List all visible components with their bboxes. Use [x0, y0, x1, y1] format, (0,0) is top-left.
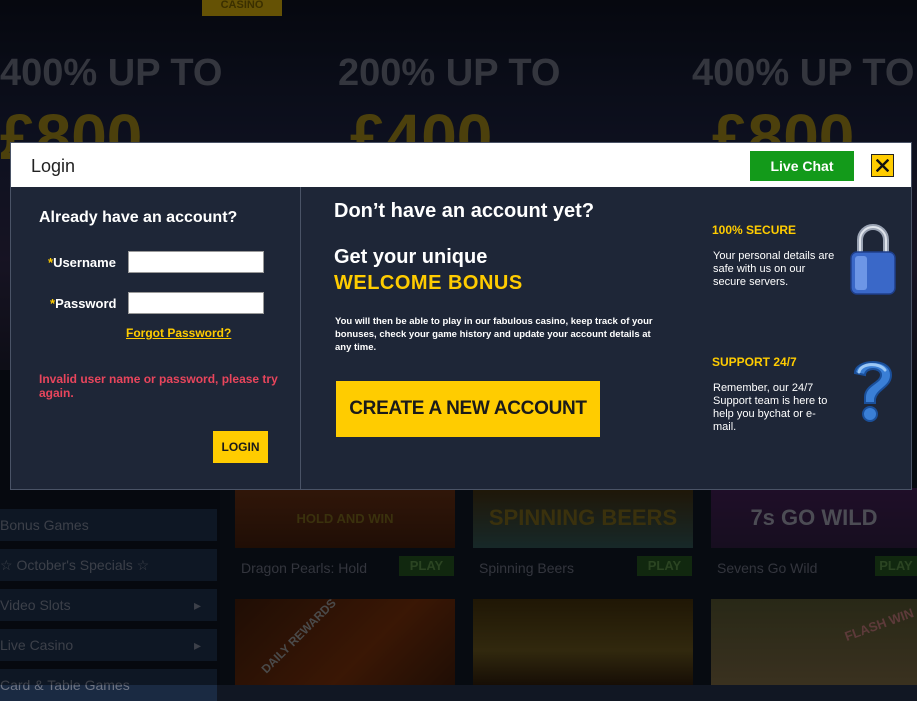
register-heading: Don’t have an account yet? [334, 200, 595, 222]
username-label: *Username [48, 255, 116, 270]
live-chat-button[interactable]: Live Chat [750, 151, 854, 181]
login-heading: Already have an account? [39, 209, 238, 226]
login-error-message: Invalid user name or password, please tr… [39, 372, 278, 400]
login-button[interactable]: LOGIN [213, 431, 268, 463]
create-account-button[interactable]: CREATE A NEW ACCOUNT [336, 381, 600, 437]
modal-header: Login Live Chat [11, 143, 911, 187]
username-input[interactable] [128, 251, 264, 273]
modal-title: Login [31, 156, 76, 176]
support-title: SUPPORT 24/7 [712, 355, 797, 369]
password-label: *Password [50, 296, 116, 311]
password-input[interactable] [128, 292, 264, 314]
welcome-bonus-text: WELCOME BONUS [334, 272, 523, 294]
register-subheading: Get your unique [334, 246, 488, 268]
secure-title: 100% SECURE [712, 223, 797, 237]
password-label-text: Password [55, 296, 117, 311]
padlock-icon [850, 224, 896, 295]
question-mark-icon [853, 361, 893, 422]
close-button[interactable] [871, 154, 894, 177]
username-label-text: Username [53, 255, 116, 270]
register-description: You will then be able to play in our fab… [335, 316, 653, 353]
forgot-password-link[interactable]: Forgot Password? [126, 326, 231, 340]
login-modal: Login Live Chat Already have an account?… [10, 142, 912, 490]
close-icon [876, 159, 889, 172]
secure-text: Your personal details are safe with us o… [713, 250, 835, 288]
panel-divider [300, 187, 301, 490]
support-text: Remember, our 24/7 Support team is here … [713, 382, 828, 433]
